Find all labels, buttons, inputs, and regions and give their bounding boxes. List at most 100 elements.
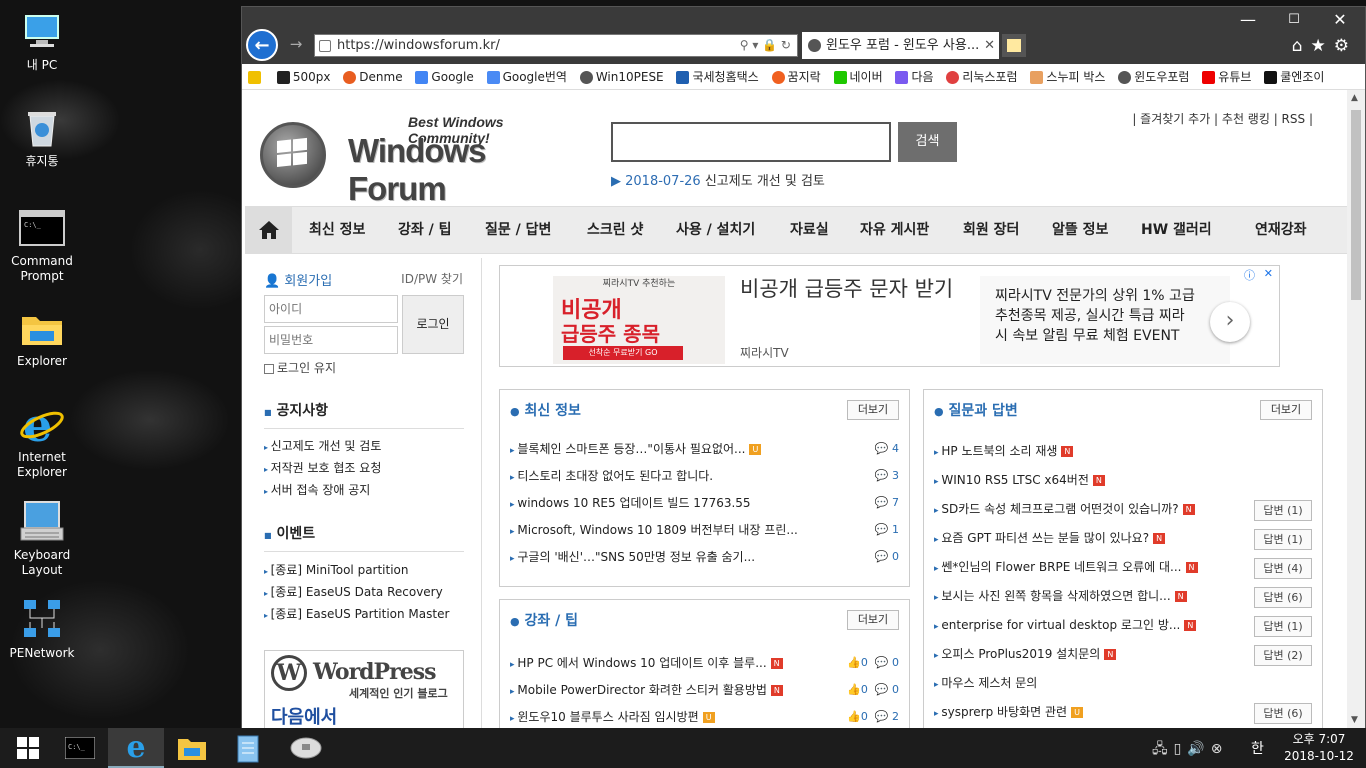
scrollbar-thumb[interactable] [1351,110,1361,300]
more-button[interactable]: 더보기 [847,610,899,630]
list-item[interactable]: 마우스 제스처 문의 [934,670,1037,697]
menu-series[interactable]: 연재강좌 [1255,207,1307,253]
menu-latest-info[interactable]: 최신 정보 [309,207,365,253]
answer-count-button[interactable]: 답변 (1) [1254,529,1312,550]
scroll-up-icon[interactable]: ▲ [1351,93,1358,103]
password-input[interactable] [264,326,398,354]
list-item[interactable]: HP PC 에서 Windows 10 업데이트 이후 블루...N [510,650,783,677]
chevron-right-icon[interactable]: › [1210,302,1250,342]
tab-windows-forum[interactable]: 윈도우 포럼 - 윈도우 사용... ✕ [802,32,999,59]
list-item[interactable]: Microsoft, Windows 10 1809 버전부터 내장 프린... [510,517,797,544]
desktop-icon-command-prompt[interactable]: C:\_ Command Prompt [2,206,82,284]
list-item[interactable]: 구글의 '배신'…"SNS 50만명 정보 유출 숨기... [510,544,755,571]
menu-deals[interactable]: 알뜰 정보 [1052,207,1108,253]
event-item[interactable]: ▸ [종료] EaseUS Partition Master [264,604,449,626]
search-button[interactable]: 검색 [898,122,957,162]
more-button[interactable]: 더보기 [847,400,899,420]
menu-market[interactable]: 회원 장터 [963,207,1019,253]
scroll-down-icon[interactable]: ▼ [1351,715,1358,725]
home-icon[interactable]: ⌂ [1292,36,1311,56]
login-button[interactable]: 로그인 [402,295,464,354]
clock[interactable]: 오후 7:07 2018-10-12 [1284,731,1354,765]
minimize-button[interactable]: — [1225,9,1271,31]
fav-daum[interactable]: 다음 [895,64,934,89]
answer-count-button[interactable]: 답변 (1) [1254,500,1312,521]
wordpress-banner[interactable]: W WordPress 세계적인 인기 블로그 다음에서 [264,650,464,728]
fav-google[interactable]: Google [415,64,474,89]
answer-count-button[interactable]: 답변 (6) [1254,587,1312,608]
system-tray-icons[interactable]: 🖧▯🔊⊗ [1152,738,1229,762]
search-input[interactable] [611,122,891,162]
fav-windows-forum[interactable]: 윈도우포럼 [1118,64,1189,89]
address-bar[interactable]: https://windowsforum.kr/ ⚲ ▾ 🔒 ↻ [314,34,798,57]
menu-hw-gallery[interactable]: HW 갤러리 [1141,207,1212,253]
answer-count-button[interactable]: 답변 (4) [1254,558,1312,579]
site-logo[interactable]: Best Windows Community! Windows Forum [260,102,580,207]
ad-banner[interactable]: 찌라시TV 추천하는 비공개 급등주 종목 선착순 무료받기 GO 비공개 급등… [499,265,1280,367]
close-tab-icon[interactable]: ✕ [984,32,995,59]
fav-naver[interactable]: 네이버 [833,64,883,89]
desktop-icon-explorer[interactable]: Explorer [2,306,82,369]
fav-linux-forum[interactable]: 리눅스포럼 [946,64,1018,89]
fav-denme[interactable]: Denme [343,64,403,89]
more-button[interactable]: 더보기 [1260,400,1312,420]
list-item[interactable]: WIN10 RS5 LTSC x64버전N [934,467,1105,494]
header-notice[interactable]: ▶ 2018-07-26 신고제도 개선 및 검토 [611,170,825,189]
list-item[interactable]: sysprerp 바탕화면 관련U [934,699,1084,726]
list-item[interactable]: 요즘 GPT 파티션 쓰는 분들 많이 있나요?N [934,525,1166,552]
new-tab-button[interactable] [1002,34,1026,57]
forward-button[interactable]: → [286,35,306,55]
fav-500px[interactable]: 500px [276,64,330,89]
desktop-icon-internet-explorer[interactable]: e Internet Explorer [2,401,82,480]
favorites-star-icon[interactable]: ★ [1311,36,1334,56]
fav-win10pese[interactable]: Win10PESE [579,64,664,89]
start-button[interactable] [0,728,56,768]
ime-indicator[interactable]: 한 [1251,738,1264,758]
menu-qa[interactable]: 질문 / 답변 [485,207,551,253]
list-item[interactable]: enterprise for virtual desktop 로그인 방...N [934,612,1197,639]
event-item[interactable]: ▸ [종료] MiniTool partition [264,560,449,582]
menu-tips[interactable]: 강좌 / 팁 [398,207,452,253]
list-item[interactable]: 티스토리 초대장 없어도 된다고 합니다. [510,463,713,490]
menu-downloads[interactable]: 자료실 [790,207,829,253]
menu-usage[interactable]: 사용 / 설치기 [676,207,755,253]
list-item[interactable]: Mobile PowerDirector 화려한 스티커 활용방법N [510,677,783,704]
taskbar-internet-explorer[interactable]: e [108,728,164,768]
fav-ggumjirak[interactable]: 꿈지락 [771,64,821,89]
top-links[interactable]: | 즐겨찾기 추가 | 추천 랭킹 | RSS | [1132,110,1313,127]
desktop-icon-penetwork[interactable]: PENetwork [2,598,82,661]
answer-count-button[interactable]: 답변 (6) [1254,703,1312,724]
answer-count-button[interactable]: 답변 (1) [1254,616,1312,637]
taskbar-explorer[interactable] [164,728,220,768]
answer-count-button[interactable]: 답변 (2) [1254,645,1312,666]
menu-screenshots[interactable]: 스크린 샷 [587,207,643,253]
fav-hometax[interactable]: 국세청홈택스 [676,64,759,89]
taskbar-notepad[interactable] [220,728,276,768]
settings-gear-icon[interactable]: ⚙ [1334,36,1357,56]
vertical-scrollbar[interactable]: ▲ ▼ [1347,90,1365,728]
desktop-icon-recycle-bin[interactable]: 휴지통 [2,106,82,169]
desktop-icon-my-pc[interactable]: 내 PC [2,10,82,73]
notice-item[interactable]: ▸ 저작권 보호 협조 요청 [264,458,381,480]
fav-youtube[interactable]: 유튜브 [1202,64,1251,89]
list-item[interactable]: 보시는 사진 왼쪽 항목을 삭제하였으면 합니...N [934,583,1187,610]
list-item[interactable]: windows 10 RE5 업데이트 빌드 17763.55 [510,490,750,517]
maximize-button[interactable]: ☐ [1271,9,1317,31]
event-item[interactable]: ▸ [종료] EaseUS Data Recovery [264,582,449,604]
list-item[interactable]: 윈도우10 블루투스 사라짐 임시방편U [510,704,715,728]
ad-info-icon[interactable]: ⓘ [1244,267,1255,283]
fav-google-translate[interactable]: Google번역 [486,64,567,89]
keep-login-checkbox[interactable]: 로그인 유지 [264,359,336,376]
back-button[interactable]: ← [246,29,278,61]
taskbar-command-prompt[interactable]: C:\_ [52,728,108,768]
fav-snoopy-box[interactable]: 스누피 박스 [1030,64,1105,89]
list-item[interactable]: HP 노트북의 소리 재생N [934,438,1074,465]
list-item[interactable]: 쎈*인님의 Flower BRPE 네트워크 오류에 대...N [934,554,1198,581]
list-item[interactable]: 블록체인 스마트폰 등장…"이통사 필요없어...U [510,436,762,463]
find-idpw-link[interactable]: ID/PW 찾기 [401,270,463,287]
desktop-icon-keyboard-layout[interactable]: Keyboard Layout [2,500,82,578]
list-item[interactable]: 오피스 ProPlus2019 설치문의N [934,641,1117,668]
id-input[interactable] [264,295,398,323]
favorites-add-icon[interactable] [248,64,264,89]
fav-coolenjoy[interactable]: 쿨엔조이 [1264,64,1324,89]
